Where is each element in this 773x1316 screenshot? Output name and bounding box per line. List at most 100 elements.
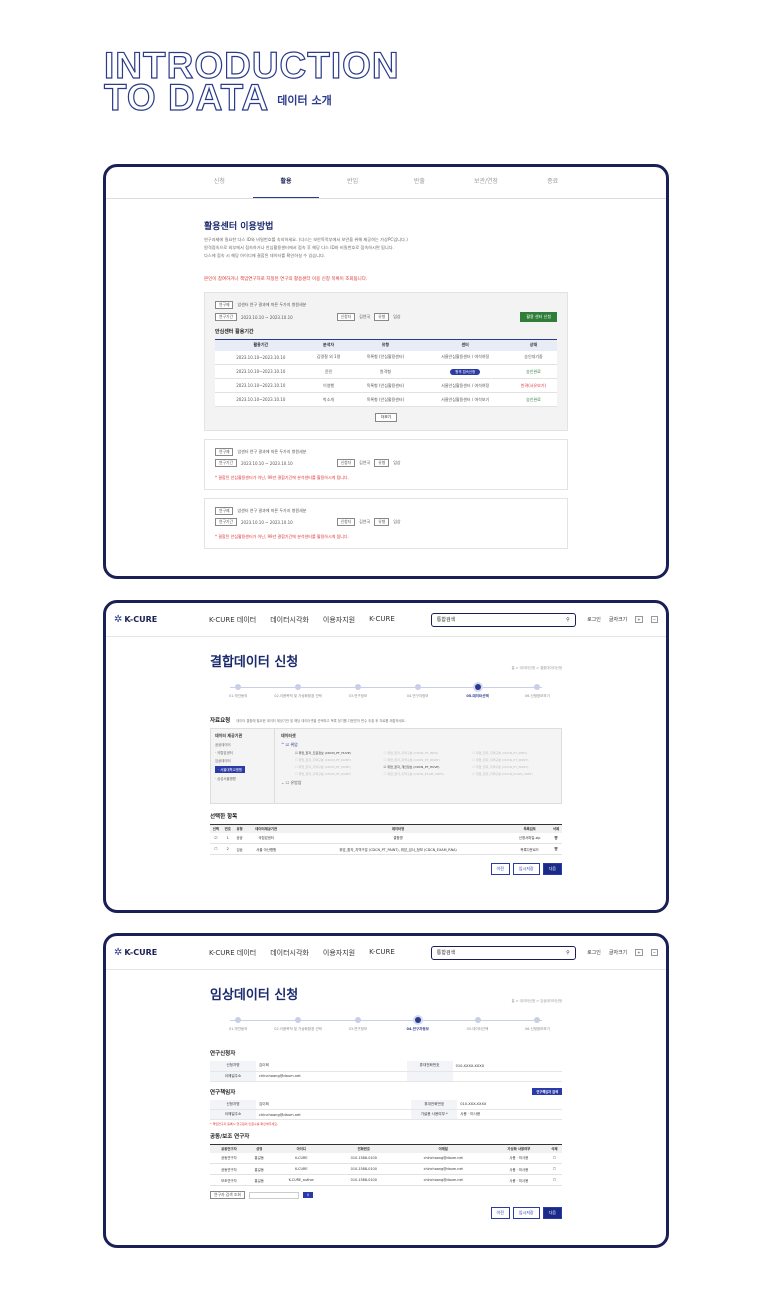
tab[interactable]: 활용 [252, 167, 320, 198]
cell: 홍길동 [247, 1174, 271, 1186]
provider-group[interactable]: 공공데이터 [215, 742, 270, 747]
row-checkbox[interactable]: ☑ [210, 832, 222, 844]
font-increase-button[interactable]: + [635, 949, 643, 956]
table-row: 보조연구자 홍길동 K-CURE_author 010-1588-0100 chlnch… [210, 1174, 562, 1186]
cell: 서울안심활용센터 / 여석여정 [420, 350, 510, 365]
tab[interactable]: 보관/연장 [453, 167, 520, 198]
prev-button[interactable]: 이전 [490, 863, 510, 875]
column-header: 상태 [509, 339, 557, 351]
tab[interactable]: 종료 [519, 167, 586, 198]
login-link[interactable]: 로그인 [587, 616, 601, 623]
dataset-label: 위암_환자_지역구분 (CDCN_EXAM_URPT) [475, 772, 533, 776]
menu-item[interactable]: 이용자지원 [323, 948, 355, 958]
column-header: 이메일 [395, 1144, 491, 1153]
cell: chlnchoang@daum.net [395, 1163, 491, 1175]
cell: 2 [221, 843, 234, 855]
column-header: 유형 [350, 339, 421, 351]
provider-group[interactable]: 임상데이터 [215, 758, 270, 763]
delete-checkbox[interactable]: ☐ [546, 1163, 562, 1175]
search-placeholder: 통합검색 [436, 950, 456, 956]
row-checkbox[interactable]: ☐ [210, 843, 222, 855]
dataset-item[interactable]: ☐ 위암_환자_지역구분 (CDCN_PT_PAINT) [384, 758, 467, 762]
menu-item[interactable]: K-CURE [369, 948, 395, 958]
save-temp-button[interactable]: 임시저장 [512, 1207, 540, 1219]
prev-button[interactable]: 이전 [490, 1207, 510, 1219]
delete-icon[interactable]: 🗑 [550, 843, 562, 855]
researcher-search-input[interactable] [248, 1191, 299, 1199]
dataset-item[interactable]: ☐ 위암_환자_지역구분 (CDCN_PT_PAINT) [472, 758, 555, 762]
search-input[interactable]: 통합검색 ⚲ [430, 612, 576, 627]
table-row: 2023.10.10~2023.10.10 김명철 외 1명 목록형 (안심활용센터… [215, 350, 557, 365]
search-icon[interactable]: ⚲ [566, 617, 570, 623]
next-button[interactable]: 다음 [542, 1207, 562, 1219]
next-button[interactable]: 다음 [542, 863, 562, 875]
cell: chlnchoang@daum.net [395, 1174, 491, 1186]
dataset-item[interactable]: ☐ 위암_환자_지역구분 (CDCN_EXAM_URPT) [384, 772, 467, 776]
cell[interactable]: 사용 · 미사용 [490, 1174, 547, 1186]
menu-item[interactable]: K-CURE 데이터 [209, 615, 256, 625]
logo[interactable]: ✲ K-CURE [114, 614, 209, 625]
delete-checkbox[interactable]: ☐ [546, 1152, 562, 1164]
dataset-item[interactable]: ☐ 위암_환자_지역구분 (CDCN_PT_INFO) [384, 751, 467, 755]
dataset-item[interactable]: ☐ 위암_환자_지역구분 (CDCN_PT_INFO) [472, 751, 555, 755]
tab[interactable]: 신청 [186, 167, 253, 198]
menu-item[interactable]: K-CURE 데이터 [209, 948, 256, 958]
cell-text[interactable]: 원격 접속신청 [450, 369, 481, 375]
delete-checkbox[interactable]: ☐ [546, 1174, 562, 1186]
dataset-item[interactable]: ☐ 위암_환자_지역구분 (CDCN_PT_PAINT) [472, 765, 555, 769]
cell: 010-1588-0100 [332, 1174, 396, 1186]
dataset-item[interactable]: ☐ 위암_환자_지역구분 (CDCN_PT_PAINT) [295, 765, 378, 769]
provider-item-active[interactable]: · 서울대학교병원 [215, 766, 245, 773]
font-increase-button[interactable]: + [635, 616, 643, 623]
save-temp-button[interactable]: 임시저장 [512, 863, 540, 875]
dataset-item[interactable]: ☑ 위암_환자_개인정보 (CDCN_PT_HUVP) [384, 765, 467, 769]
search-input[interactable]: 통합검색 ⚲ [430, 945, 576, 960]
tab[interactable]: 반입 [319, 167, 386, 198]
more-button[interactable]: 더보기 [375, 413, 397, 422]
provider-heading: 데이터 제공기관 [215, 733, 243, 738]
search-responsible-button[interactable]: 연구책임자 검색 [532, 1088, 562, 1095]
co-researcher-table: 공동연구자 성명 아이디 전화번호 이메일 가상화 사용여부 삭제 공동연구자 홍길동 K-CUR… [210, 1144, 562, 1186]
provider-item[interactable]: · 국립암센터 [215, 750, 270, 755]
delete-icon[interactable]: 🗑 [550, 832, 562, 844]
menu-item[interactable]: 데이터시각화 [270, 948, 309, 958]
step-label: 06.신청정보보기 [524, 694, 550, 698]
period-label: 연구기간 [215, 313, 237, 321]
menu-item[interactable]: K-CURE [369, 615, 395, 625]
table-row: ☐ 2 임상 서울 아산병원 위암_환자_지역구분 (CDCN_PT_PAINT), 위… [210, 843, 562, 855]
cell[interactable]: 사용 · 미사용 [490, 1152, 547, 1164]
dataset-item[interactable]: ☐ 위암_환자_지역구분 (CDCN_EXAM_URPT) [472, 772, 555, 776]
font-decrease-button[interactable]: − [650, 616, 658, 623]
search-icon[interactable]: ⚲ [566, 950, 570, 956]
dataset-group[interactable]: ^ ☑ 위암 [281, 742, 555, 748]
dataset-item[interactable]: ☐ 위암_환자_지역구분 (CDCN_PT_PAINT) [295, 772, 378, 776]
menu-item[interactable]: 데이터시각화 [270, 615, 309, 625]
column-header: 유형 [233, 824, 246, 833]
step-dot [534, 684, 541, 690]
cell: 사용 · 미사용 [457, 1109, 562, 1120]
font-decrease-button[interactable]: − [650, 949, 658, 956]
provider-item[interactable]: · 삼성서울병원 [215, 776, 270, 781]
cell[interactable]: 사용 · 미사용 [490, 1163, 547, 1175]
cell[interactable]: 신청서파일.zip [509, 832, 551, 844]
tab[interactable]: 반출 [386, 167, 453, 198]
apply-center-button[interactable]: 활용 센터 신청 [520, 312, 557, 322]
cell[interactable]: 목록다운로드 [509, 843, 551, 855]
logo[interactable]: ✲ K-CURE [114, 947, 209, 958]
cell: 결합명 [286, 832, 510, 844]
menu-item[interactable]: 이용자지원 [323, 615, 355, 625]
search-icon[interactable]: ⚲ [302, 1192, 314, 1198]
dataset-group-collapsed[interactable]: ⌄ ☐ 유방암 [281, 780, 555, 786]
login-link[interactable]: 로그인 [587, 949, 601, 956]
cell: 윤민 [306, 364, 351, 379]
column-header: 데이터명 [286, 824, 510, 833]
step: 05.데이터선택 [448, 1017, 508, 1032]
logo-mark-icon: ✲ [114, 614, 123, 625]
dataset-item[interactable]: ☑ 위암_환자_진료정보 (CDCN_PT_HUVP) [295, 751, 378, 755]
responsible-table: 신청자명 김이희 휴대전화번호 010-XXX-XXXX 이메일주소 chlnchoang… [210, 1099, 562, 1120]
cell: 보조연구자 [210, 1174, 248, 1186]
main-menu: K-CURE 데이터 데이터시각화 이용자지원 K-CURE [209, 948, 395, 958]
dataset-item[interactable]: ☐ 위암_환자_지역구분 (CDCN_PT_PAINT) [295, 758, 378, 762]
step-label: 03.연구정보 [348, 1027, 368, 1031]
cell: 이메일주소 [210, 1071, 256, 1082]
